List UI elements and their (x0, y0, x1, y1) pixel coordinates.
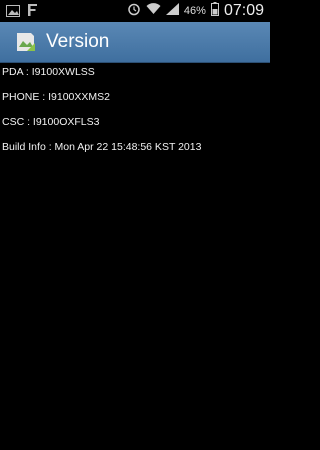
alarm-icon (127, 2, 141, 21)
pda-line: PDA : I9100XWLSS (2, 66, 95, 78)
phone-line: PHONE : I9100XXMS2 (2, 91, 110, 103)
wifi-icon (146, 2, 161, 20)
f-icon (26, 3, 38, 22)
battery-percent: 46% (183, 5, 206, 17)
signal-icon (165, 2, 179, 20)
app-icon (14, 31, 36, 53)
gallery-icon (6, 4, 20, 22)
page-title: Version (46, 31, 110, 52)
status-bar: 46% 07:09 (0, 0, 270, 22)
build-info-line: Build Info : Mon Apr 22 15:48:56 KST 201… (2, 141, 202, 153)
clock: 07:09 (223, 2, 264, 19)
title-bar: Version (0, 22, 270, 63)
battery-icon (210, 1, 219, 21)
csc-line: CSC : I9100OXFLS3 (2, 116, 100, 128)
